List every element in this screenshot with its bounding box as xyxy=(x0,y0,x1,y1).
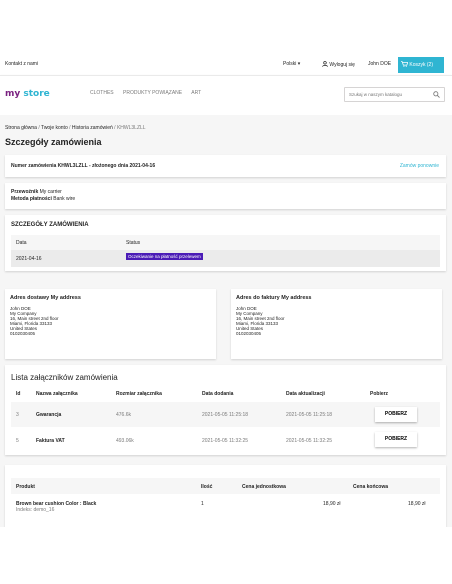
att-updated: 2021-05-05 11:32:25 xyxy=(286,438,333,444)
status-table-header: Data Status xyxy=(11,235,440,250)
site-header: my store CLOTHES PRODUKTY POWIĄZANE ART xyxy=(0,75,452,115)
language-selector[interactable]: Polski ▾ xyxy=(283,61,300,67)
download-button[interactable]: POBIERZ xyxy=(375,407,417,422)
breadcrumb-account[interactable]: Twoje konto xyxy=(41,125,68,131)
account-link[interactable]: John DOE xyxy=(368,61,391,67)
att-updated: 2021-05-05 11:25:18 xyxy=(286,412,333,418)
top-bar: Kontakt z nami Polski ▾ Wyloguj się John… xyxy=(0,55,452,75)
delivery-address-box: Adres dostawy My address John DOE My Com… xyxy=(5,289,216,359)
contact-link[interactable]: Kontakt z nami xyxy=(5,61,38,67)
search-box xyxy=(344,87,445,102)
caret-down-icon: ▾ xyxy=(297,61,301,67)
order-status-box: SZCZEGÓŁY ZAMÓWIENIA Data Status 2021-04… xyxy=(5,215,446,271)
status-table: Data Status 2021-04-16 Oczekiwanie na pł… xyxy=(11,235,440,268)
language-label: Polski xyxy=(283,61,297,67)
products-table-header: Produkt Ilość Cena jednostkowa Cena końc… xyxy=(11,478,440,494)
product-qty: 1 xyxy=(201,501,204,507)
att-name: Gwarancja xyxy=(36,412,62,418)
payment-label: Metoda płatności xyxy=(11,196,52,202)
table-row: 5 Faktura VAT 493.06k 2021-05-05 11:32:2… xyxy=(11,428,440,453)
breadcrumb-history[interactable]: Historia zamówień xyxy=(72,125,113,131)
user-icon xyxy=(322,61,328,67)
logo-store: store xyxy=(23,89,50,99)
att-col-size: Rozmiar załącznika xyxy=(116,391,162,397)
nav-item-related[interactable]: PRODUKTY POWIĄZANE xyxy=(123,90,182,96)
prod-col-total: Cena końcowa xyxy=(353,484,389,490)
carrier-value: My carrier xyxy=(39,189,62,195)
page-title: Szczegóły zamówienia xyxy=(5,137,102,147)
table-row: 3 Gwarancja 476.6k 2021-05-05 11:25:18 2… xyxy=(11,402,440,427)
logo-my: my xyxy=(5,89,21,99)
att-id: 3 xyxy=(16,412,19,418)
product-unit-price: 18,90 zł xyxy=(323,501,341,507)
att-added: 2021-05-05 11:25:18 xyxy=(202,412,249,418)
product-total-price: 18,90 zł xyxy=(408,501,426,507)
att-col-updated: Data aktualizacji xyxy=(286,391,325,397)
search-icon[interactable] xyxy=(433,91,440,98)
att-name: Faktura VAT xyxy=(36,438,65,444)
status-row: 2021-04-16 Oczekiwanie na płatność przel… xyxy=(11,250,440,267)
attachments-table-header: Id Nazwa załącznika Rozmiar załącznika D… xyxy=(11,386,440,401)
invoice-line: 0102030405 xyxy=(236,331,262,336)
payment-value: Bank wire xyxy=(53,196,76,202)
nav-item-art[interactable]: ART xyxy=(191,90,201,96)
main-nav: CLOTHES PRODUKTY POWIĄZANE ART xyxy=(90,90,209,96)
att-size: 493.06k xyxy=(116,438,134,444)
products-box: Produkt Ilość Cena jednostkowa Cena końc… xyxy=(5,465,446,535)
invoice-address-box: Adres do faktury My address John DOE My … xyxy=(231,289,442,359)
status-date: 2021-04-16 xyxy=(16,256,42,262)
reorder-link[interactable]: Zamów ponownie xyxy=(400,163,439,169)
product-ref: Indeks: demo_16 xyxy=(16,507,55,513)
cart-label: Koszyk (2) xyxy=(409,62,434,68)
logout-link[interactable]: Wyloguj się xyxy=(322,61,355,68)
nav-item-clothes[interactable]: CLOTHES xyxy=(90,90,114,96)
prod-col-qty: Ilość xyxy=(201,484,213,490)
main-content: Strona główna / Twoje konto / Historia z… xyxy=(0,115,452,584)
att-size: 476.6k xyxy=(116,412,132,418)
invoice-heading: Adres do faktury My address xyxy=(236,295,312,301)
carrier-label: Przewoźnik xyxy=(11,189,39,195)
att-col-id: Id xyxy=(16,391,21,397)
order-reference: Numer zamówienia KHWL3LZLL - złożonego d… xyxy=(11,163,156,169)
store-logo[interactable]: my store xyxy=(5,89,50,99)
table-row: Brown bear cushion Color : Black Indeks:… xyxy=(11,495,440,525)
attachments-heading: Lista załączników zamówienia xyxy=(11,373,118,382)
delivery-line: 0102030405 xyxy=(10,331,36,336)
att-id: 5 xyxy=(16,438,19,444)
delivery-heading: Adres dostawy My address xyxy=(10,295,81,301)
status-col-status: Status xyxy=(126,240,141,246)
cart-button[interactable]: Koszyk (2) xyxy=(398,57,444,73)
breadcrumb: Strona główna / Twoje konto / Historia z… xyxy=(5,125,146,131)
cart-icon xyxy=(401,61,409,67)
payment-row: Metoda płatności Bank wire xyxy=(11,196,75,202)
carrier-row: Przewoźnik My carrier xyxy=(11,189,62,195)
prod-col-unit: Cena jednostkowa xyxy=(242,484,286,490)
status-badge: Oczekiwanie na płatność przelewem xyxy=(126,253,203,260)
search-input[interactable] xyxy=(345,88,425,100)
order-reference-box: Numer zamówienia KHWL3LZLL - złożonego d… xyxy=(5,155,446,177)
carrier-box: Przewoźnik My carrier Metoda płatności B… xyxy=(5,183,446,209)
attachments-box: Lista załączników zamówienia Id Nazwa za… xyxy=(5,365,446,455)
page-bottom xyxy=(0,527,452,584)
logout-label: Wyloguj się xyxy=(329,62,355,68)
breadcrumb-home[interactable]: Strona główna xyxy=(5,125,37,131)
att-added: 2021-05-05 11:32:25 xyxy=(202,438,249,444)
status-col-date: Data xyxy=(16,240,27,246)
status-heading: SZCZEGÓŁY ZAMÓWIENIA xyxy=(11,222,89,228)
breadcrumb-current: KHWL3LZLL xyxy=(116,125,146,131)
prod-col-product: Produkt xyxy=(16,484,35,490)
att-col-name: Nazwa załącznika xyxy=(36,391,78,397)
att-col-added: Data dodania xyxy=(202,391,234,397)
att-col-download: Pobierz xyxy=(370,391,389,397)
download-button[interactable]: POBIERZ xyxy=(375,432,417,447)
